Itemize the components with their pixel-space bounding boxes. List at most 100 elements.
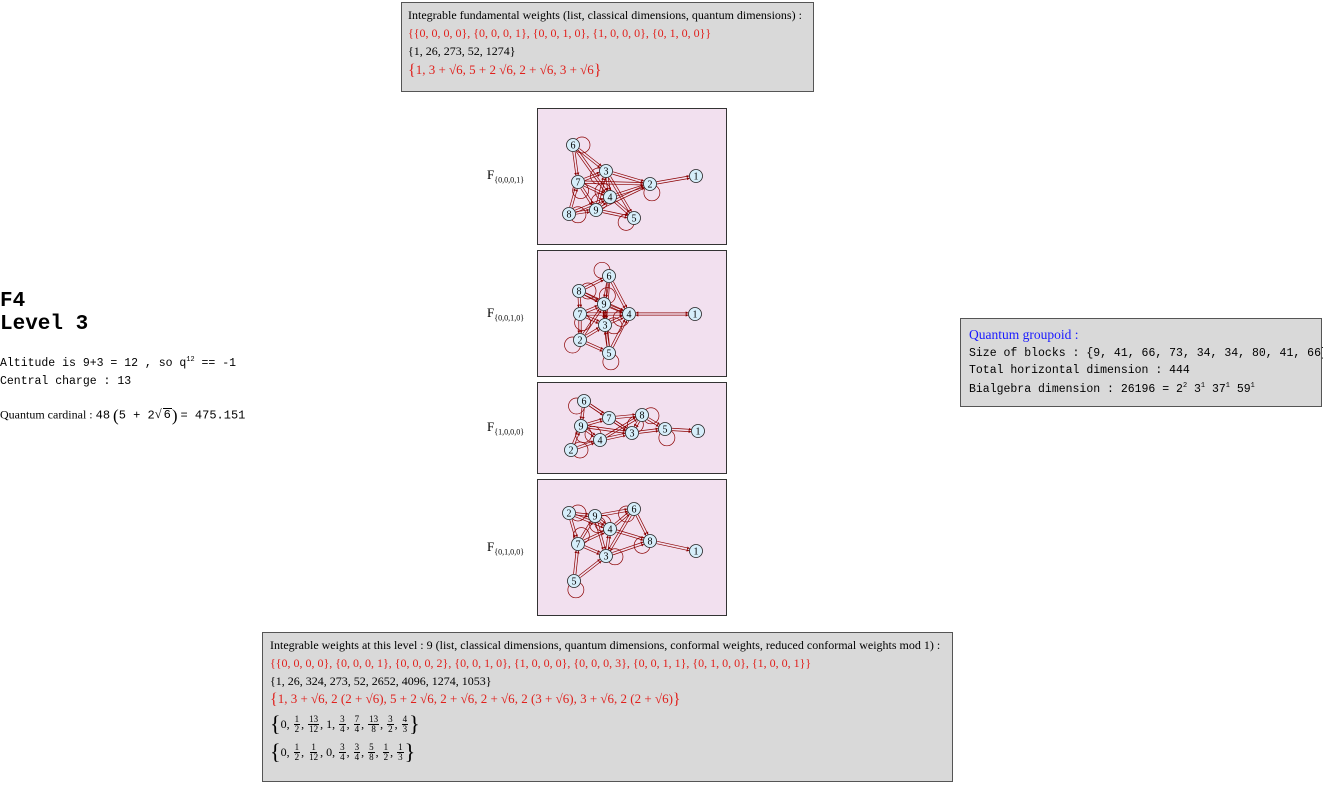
fusion-edge bbox=[612, 541, 644, 553]
weights-quantum-dims: {1, 3 + √6, 2 (2 + √6), 5 + 2 √6, 2 + √6… bbox=[270, 691, 681, 709]
blocks-label: Size of blocks : bbox=[969, 347, 1087, 360]
fusion-edge bbox=[585, 305, 598, 311]
fusion-edge bbox=[656, 175, 690, 182]
graph-node-label: 7 bbox=[578, 310, 583, 321]
conformal-weight: 74 bbox=[353, 713, 361, 734]
fundamental-weights-title: Integrable fundamental weights (list, cl… bbox=[408, 8, 802, 22]
fusion-edge bbox=[605, 535, 609, 549]
integrable-weights-box: Integrable weights at this level : 9 (li… bbox=[262, 632, 953, 782]
graph-node-label: 3 bbox=[604, 167, 609, 178]
fundamental-quantum-dims: {1, 3 + √6, 5 + 2 √6, 2 + √6, 3 + √6} bbox=[408, 62, 602, 80]
fusion-edge bbox=[571, 519, 578, 538]
fusion-edge bbox=[587, 418, 603, 424]
fusion-edge bbox=[637, 514, 649, 535]
graph-node-label: 3 bbox=[603, 321, 608, 332]
fusion-graph-svg: 1 2 3 4 5 6 7 8 9 bbox=[562, 502, 703, 599]
fundamental-weights-box: Integrable fundamental weights (list, cl… bbox=[401, 2, 814, 92]
fusion-graph-svg: 1 2 3 4 5 6 7 8 9 bbox=[564, 394, 705, 459]
reduced-conformal-weight: 34 bbox=[339, 741, 346, 762]
conformal-weight: 13 8 bbox=[368, 713, 380, 734]
fusion-edge bbox=[647, 419, 659, 427]
fusion-edge bbox=[573, 550, 578, 574]
fusion-edge bbox=[587, 428, 596, 436]
fusion-edge bbox=[601, 508, 628, 514]
qdim-item: 5 + 2 √6 bbox=[469, 62, 513, 77]
reduced-conformal-weight: 1 12 bbox=[309, 741, 319, 762]
quantum-dim-item: 1 bbox=[277, 691, 285, 706]
graph-node-label: 4 bbox=[608, 525, 613, 536]
fusion-graph-0010: 1 2 3 4 5 6 7 8 9 bbox=[537, 250, 727, 377]
weights-conformal: {0, 1 2, 13 12, 1, 3 4, 7 4, 13 8, 3 2, 4 3} bbox=[270, 711, 420, 737]
fusion-edge bbox=[579, 148, 602, 167]
qdim-item: 2 + √6 bbox=[519, 62, 554, 77]
cardinal-label: Quantum cardinal : bbox=[0, 407, 93, 422]
fusion-edge bbox=[587, 420, 604, 426]
fusion-edge bbox=[610, 319, 626, 347]
graph-node-label: 7 bbox=[576, 178, 581, 189]
groupoid-blocks: Size of blocks : {9, 41, 66, 73, 34, 34,… bbox=[969, 347, 1323, 360]
graph-node-label: 2 bbox=[569, 446, 574, 457]
quantum-dim-item: 2 (2 + √6) bbox=[620, 691, 673, 706]
graph-node-label: 5 bbox=[632, 214, 637, 225]
weights-title: Integrable weights at this level : 9 (li… bbox=[270, 638, 941, 652]
graph-node-label: 3 bbox=[604, 552, 609, 563]
graph-node-label: 7 bbox=[607, 414, 612, 425]
graph-node-label: 8 bbox=[648, 537, 653, 548]
conformal-weight: 34 bbox=[339, 713, 346, 734]
conformal-weight: 43 bbox=[401, 713, 409, 734]
qdim-item: 3 + √6 bbox=[428, 62, 463, 77]
cardinal-inner: 5 + 2 bbox=[118, 408, 155, 423]
quantum-groupoid-box: Quantum groupoid : Size of blocks : {9, … bbox=[960, 318, 1323, 407]
fusion-edge bbox=[671, 430, 692, 434]
fusion-edge bbox=[584, 183, 644, 187]
qdim-item: 3 + √6 bbox=[559, 62, 594, 77]
fusion-graph-svg: 1 2 3 4 5 6 7 8 9 bbox=[562, 136, 703, 231]
fusion-edge bbox=[615, 200, 630, 213]
fusion-edge bbox=[580, 188, 592, 206]
algebra-title: F4 bbox=[0, 290, 26, 313]
reduced-conformal-weight: 58 bbox=[368, 741, 375, 762]
fusion-graph-0001: 1 2 3 4 5 6 7 8 9 bbox=[537, 108, 727, 245]
fusion-edge bbox=[580, 520, 591, 538]
graph-node-label: 8 bbox=[577, 287, 582, 298]
altitude-exp: 12 bbox=[186, 356, 195, 365]
graph-node-label: 5 bbox=[607, 349, 612, 360]
fusion-edge bbox=[635, 515, 647, 536]
fusion-edge bbox=[610, 282, 625, 309]
blocks-value: {9, 41, 66, 73, 34, 34, 80, 41, 66} bbox=[1086, 347, 1323, 360]
bialgebra-label: Bialgebra dimension : 26196 = bbox=[969, 383, 1177, 396]
graph-node-label: 1 bbox=[693, 310, 698, 321]
altitude-rhs: == -1 bbox=[194, 357, 237, 370]
graph-node-label: 2 bbox=[578, 336, 583, 347]
cardinal-value: = 475.151 bbox=[180, 408, 246, 423]
quantum-dim-item: 3 + √6 bbox=[580, 691, 615, 706]
graph-node-label: 8 bbox=[640, 411, 645, 422]
graph-node-label: 1 bbox=[696, 427, 701, 438]
quantum-dim-item: 2 (3 + √6) bbox=[521, 691, 574, 706]
graph-label-0100: F{0,1,0,0} bbox=[487, 539, 525, 557]
fusion-edge bbox=[575, 550, 580, 575]
fusion-edge bbox=[615, 514, 630, 526]
weights-classical-dims: {1, 26, 324, 273, 52, 2652, 4096, 1274, … bbox=[270, 674, 492, 688]
graph-node-label: 2 bbox=[648, 180, 653, 191]
central-charge: Central charge : 13 bbox=[0, 375, 132, 388]
graph-node-label: 4 bbox=[598, 436, 603, 447]
graph-node-label: 9 bbox=[602, 300, 607, 311]
graph-node-label: 9 bbox=[593, 512, 598, 523]
fusion-edge bbox=[612, 171, 645, 182]
quantum-dim-item: 2 + √6 bbox=[480, 691, 515, 706]
fusion-edge bbox=[579, 407, 583, 420]
fusion-edge bbox=[602, 510, 628, 517]
fusion-edge bbox=[612, 543, 645, 556]
graph-label-1000: F{1,0,0,0} bbox=[487, 419, 525, 437]
fusion-graph-1000: 1 2 3 4 5 6 7 8 9 bbox=[537, 382, 727, 474]
fusion-edge bbox=[639, 429, 659, 434]
fusion-edge bbox=[616, 415, 636, 419]
fusion-graph-svg: 1 2 3 4 5 6 7 8 9 bbox=[564, 261, 702, 371]
quantum-cardinal: Quantum cardinal : 48 (5 + 2√ 6) = 475.15… bbox=[0, 406, 246, 425]
fusion-graph-0100: 1 2 3 4 5 6 7 8 9 bbox=[537, 479, 727, 616]
graph-node-label: 9 bbox=[579, 422, 584, 433]
graph-node-label: 6 bbox=[607, 272, 612, 283]
graph-node-label: 9 bbox=[594, 206, 599, 217]
fusion-edge bbox=[610, 315, 623, 322]
